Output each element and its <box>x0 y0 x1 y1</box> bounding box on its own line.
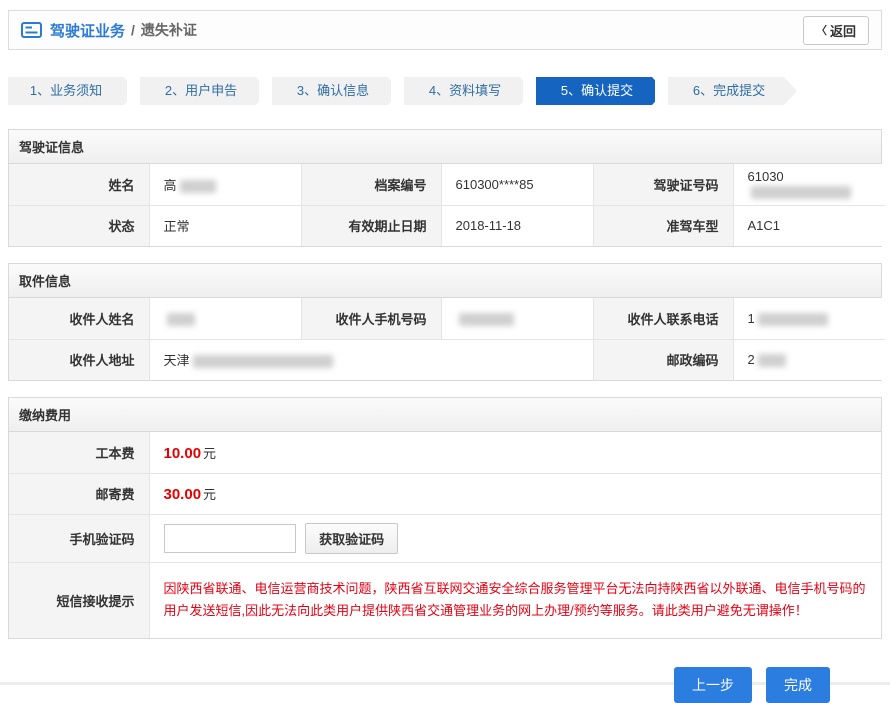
step-1-business-notice[interactable]: 1、业务须知 <box>8 77 124 105</box>
payment-section-title: 缴纳费用 <box>9 398 881 432</box>
step-2-user-declaration[interactable]: 2、用户申告 <box>140 77 256 105</box>
expiry-label: 有效期止日期 <box>301 205 441 246</box>
postal-label: 邮政编码 <box>593 339 733 380</box>
redacted-recipient-mobile <box>459 313 514 326</box>
pickup-section-title: 取件信息 <box>9 264 881 298</box>
production-fee-value: 10.00元 <box>149 432 881 473</box>
recipient-name-label: 收件人姓名 <box>9 298 149 339</box>
license-no-label: 驾驶证号码 <box>593 164 733 205</box>
table-row: 邮寄费 30.00元 <box>9 473 881 514</box>
table-row: 收件人地址 天津 邮政编码 2 <box>9 339 885 380</box>
redacted-recipient-phone <box>758 313 828 326</box>
name-label: 姓名 <box>9 164 149 205</box>
license-section-title: 驾驶证信息 <box>9 130 881 164</box>
production-fee-label: 工本费 <box>9 432 149 473</box>
address-label: 收件人地址 <box>9 339 149 380</box>
payment-table: 工本费 10.00元 邮寄费 30.00元 手机验证码 获取验证码 短信接收提 <box>9 432 881 638</box>
step-wizard: 1、业务须知 2、用户申告 3、确认信息 4、资料填写 5、确认提交 6、完成提… <box>8 77 882 105</box>
page-header: 驾驶证业务 / 遗失补证 〈 返回 <box>8 10 882 50</box>
table-row: 手机验证码 获取验证码 <box>9 514 881 562</box>
recipient-mobile-value <box>441 298 593 339</box>
get-captcha-button[interactable]: 获取验证码 <box>305 523 398 554</box>
pickup-info-section: 取件信息 收件人姓名 收件人手机号码 收件人联系电话 1 收件人地址 天津 邮政… <box>8 263 882 381</box>
fee-unit: 元 <box>203 487 216 502</box>
status-value: 正常 <box>149 205 301 246</box>
table-row: 姓名 高 档案编号 610300****85 驾驶证号码 61030 <box>9 164 885 205</box>
chevron-left-icon: 〈 <box>816 22 827 38</box>
table-row: 短信接收提示 因陕西省联通、电信运营商技术问题，陕西省互联网交通安全综合服务管理… <box>9 562 881 638</box>
step-4-fill-data[interactable]: 4、资料填写 <box>404 77 520 105</box>
step-3-confirm-info[interactable]: 3、确认信息 <box>272 77 388 105</box>
footer-actions: 上一步 完成 <box>8 667 882 703</box>
payment-section: 缴纳费用 工本费 10.00元 邮寄费 30.00元 手机验证码 获取验证码 <box>8 397 882 639</box>
captcha-input[interactable] <box>164 524 296 553</box>
redacted-name <box>180 180 216 193</box>
captcha-label: 手机验证码 <box>9 514 149 562</box>
previous-step-button[interactable]: 上一步 <box>674 667 752 703</box>
production-fee-amount: 10.00 <box>164 445 202 462</box>
table-row: 收件人姓名 收件人手机号码 收件人联系电话 1 <box>9 298 885 339</box>
redacted-address <box>193 355 333 368</box>
step-5-confirm-submit[interactable]: 5、确认提交 <box>536 77 652 105</box>
page: 驾驶证业务 / 遗失补证 〈 返回 1、业务须知 2、用户申告 3、确认信息 4… <box>0 0 890 685</box>
recipient-phone-value: 1 <box>733 298 885 339</box>
redacted-postal <box>758 354 786 367</box>
fee-unit: 元 <box>203 446 216 461</box>
back-button-label: 返回 <box>830 21 856 40</box>
breadcrumb-separator: / <box>131 22 135 38</box>
file-no-label: 档案编号 <box>301 164 441 205</box>
sms-notice-label: 短信接收提示 <box>9 562 149 638</box>
license-business-icon <box>21 22 42 38</box>
postal-value: 2 <box>733 339 885 380</box>
vehicle-class-value: A1C1 <box>733 205 885 246</box>
sms-notice-text: 因陕西省联通、电信运营商技术问题，陕西省互联网交通安全综合服务管理平台无法向持陕… <box>164 574 868 626</box>
recipient-name-value <box>149 298 301 339</box>
recipient-mobile-label: 收件人手机号码 <box>301 298 441 339</box>
redacted-license-no <box>751 186 851 199</box>
status-label: 状态 <box>9 205 149 246</box>
mailing-fee-amount: 30.00 <box>164 486 202 503</box>
license-info-section: 驾驶证信息 姓名 高 档案编号 610300****85 驾驶证号码 61030… <box>8 129 882 247</box>
pickup-info-table: 收件人姓名 收件人手机号码 收件人联系电话 1 收件人地址 天津 邮政编码 2 <box>9 298 885 380</box>
vehicle-class-label: 准驾车型 <box>593 205 733 246</box>
page-title: 驾驶证业务 <box>50 20 125 41</box>
name-value: 高 <box>149 164 301 205</box>
table-row: 工本费 10.00元 <box>9 432 881 473</box>
recipient-phone-label: 收件人联系电话 <box>593 298 733 339</box>
captcha-cell: 获取验证码 <box>149 514 881 562</box>
file-no-value: 610300****85 <box>441 164 593 205</box>
finish-button[interactable]: 完成 <box>766 667 830 703</box>
page-subtitle: 遗失补证 <box>141 20 197 40</box>
sms-notice-cell: 因陕西省联通、电信运营商技术问题，陕西省互联网交通安全综合服务管理平台无法向持陕… <box>149 562 881 638</box>
license-no-value: 61030 <box>733 164 885 205</box>
table-row: 状态 正常 有效期止日期 2018-11-18 准驾车型 A1C1 <box>9 205 885 246</box>
mailing-fee-label: 邮寄费 <box>9 473 149 514</box>
address-value: 天津 <box>149 339 593 380</box>
step-6-complete-submit[interactable]: 6、完成提交 <box>668 77 784 105</box>
back-button[interactable]: 〈 返回 <box>803 16 869 45</box>
expiry-value: 2018-11-18 <box>441 205 593 246</box>
license-info-table: 姓名 高 档案编号 610300****85 驾驶证号码 61030 状态 正常… <box>9 164 885 246</box>
redacted-recipient-name <box>167 313 195 326</box>
mailing-fee-value: 30.00元 <box>149 473 881 514</box>
